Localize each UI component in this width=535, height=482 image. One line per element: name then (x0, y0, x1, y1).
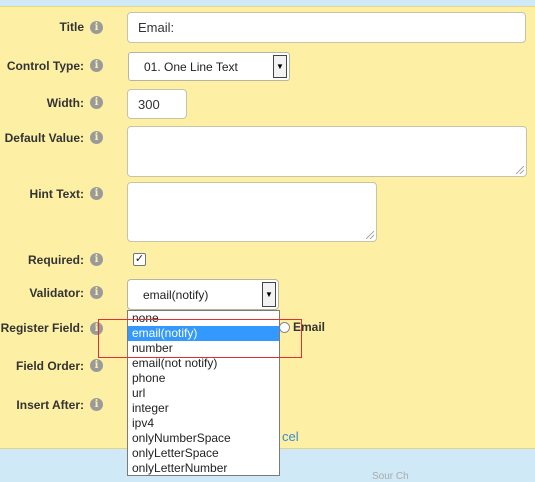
default-value-label: Default Value: (4, 131, 84, 145)
required-label: Required: (27, 253, 84, 267)
resize-grip-icon[interactable] (516, 166, 524, 174)
hint-text-label: Hint Text: (29, 187, 84, 201)
info-icon[interactable]: i (90, 187, 103, 200)
resize-grip-icon[interactable] (366, 231, 374, 239)
title-input-value: Email: (138, 20, 175, 35)
info-icon[interactable]: i (90, 21, 103, 34)
annotation-highlight-box (98, 319, 302, 358)
insert-after-label: Insert After: (16, 398, 84, 412)
validator-select[interactable]: email(notify) ▼ (127, 279, 279, 310)
validator-option[interactable]: onlyLetterNumber (128, 461, 279, 476)
validator-option[interactable]: ipv4 (128, 416, 279, 431)
register-field-label: Register Field: (0, 321, 84, 335)
title-input[interactable]: Email: (127, 12, 526, 43)
info-icon[interactable]: i (90, 253, 103, 266)
validator-option[interactable]: integer (128, 401, 279, 416)
width-input[interactable]: 300 (127, 89, 187, 119)
width-label: Width: (46, 96, 84, 110)
field-order-label: Field Order: (15, 359, 84, 373)
footer-partial-text: Sour Ch (372, 471, 409, 482)
control-type-select[interactable]: 01. One Line Text ▼ (128, 52, 290, 81)
validator-value: email(notify) (143, 287, 209, 302)
chevron-down-icon[interactable]: ▼ (262, 282, 276, 307)
validator-option[interactable]: email(not notify) (128, 356, 279, 371)
validator-label: Validator: (29, 286, 84, 300)
hint-text-textarea[interactable] (127, 182, 377, 242)
validator-option[interactable]: phone (128, 371, 279, 386)
checkmark-icon: ✓ (134, 253, 145, 265)
control-type-value: 01. One Line Text (144, 59, 238, 74)
info-icon[interactable]: i (90, 59, 103, 72)
info-icon[interactable]: i (90, 398, 103, 411)
info-icon[interactable]: i (90, 359, 103, 372)
validator-option[interactable]: url (128, 386, 279, 401)
required-checkbox[interactable]: ✓ (133, 253, 146, 266)
validator-option[interactable]: onlyNumberSpace (128, 431, 279, 446)
title-label: Title (59, 20, 84, 34)
width-input-value: 300 (138, 96, 160, 112)
default-value-textarea[interactable] (127, 126, 527, 177)
control-type-label: Control Type: (6, 59, 84, 73)
cancel-link[interactable]: cel (282, 429, 299, 444)
info-icon[interactable]: i (90, 131, 103, 144)
validator-option[interactable]: onlyLetterSpace (128, 446, 279, 461)
info-icon[interactable]: i (90, 286, 103, 299)
info-icon[interactable]: i (90, 96, 103, 109)
chevron-down-icon[interactable]: ▼ (273, 55, 287, 78)
